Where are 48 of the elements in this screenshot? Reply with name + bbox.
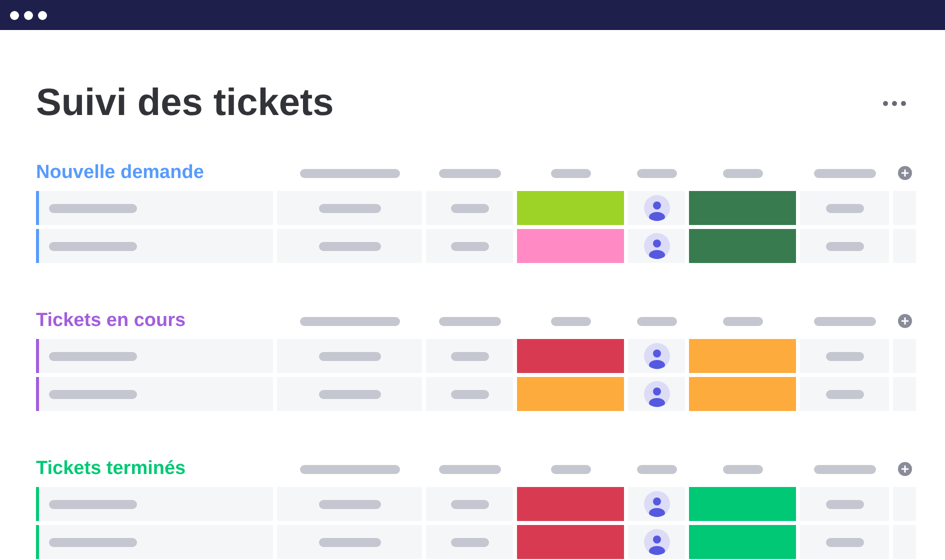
avatar-icon[interactable]	[644, 529, 670, 555]
placeholder-bar	[318, 538, 380, 546]
placeholder-bar	[450, 390, 488, 398]
placeholder-bar	[438, 316, 500, 326]
avatar-icon[interactable]	[644, 381, 670, 407]
placeholder-bar	[826, 352, 864, 360]
placeholder-bar	[318, 352, 380, 360]
add-column-icon[interactable]	[898, 462, 912, 476]
window-dots-icon[interactable]	[10, 10, 47, 20]
avatar-icon[interactable]	[644, 233, 670, 259]
placeholder-bar	[550, 316, 590, 326]
placeholder-bar	[318, 500, 380, 508]
placeholder-bar	[722, 168, 762, 178]
placeholder-bar	[636, 464, 676, 474]
placeholder-bar	[550, 168, 590, 178]
add-column-icon[interactable]	[898, 314, 912, 328]
more-options-icon[interactable]	[883, 100, 906, 106]
placeholder-bar	[438, 168, 500, 178]
placeholder-bar	[826, 390, 864, 398]
placeholder-bar	[826, 500, 864, 508]
placeholder-bar	[814, 464, 876, 474]
placeholder-bar	[450, 352, 488, 360]
placeholder-bar	[318, 390, 380, 398]
group-title: Tickets terminés	[36, 458, 186, 479]
placeholder-bar	[826, 538, 864, 546]
placeholder-bar	[450, 538, 488, 546]
placeholder-bar	[438, 464, 500, 474]
group-title: Nouvelle demande	[36, 162, 204, 183]
page-title: Suivi des tickets	[36, 81, 334, 125]
placeholder-bar	[450, 500, 488, 508]
placeholder-bar	[814, 168, 876, 178]
placeholder-bar	[722, 316, 762, 326]
placeholder-bar	[318, 242, 380, 250]
placeholder-bar	[450, 242, 488, 250]
placeholder-bar	[826, 242, 864, 250]
placeholder-bar	[636, 316, 676, 326]
placeholder-bar	[318, 204, 380, 212]
placeholder-bar	[826, 204, 864, 212]
placeholder-bar	[722, 464, 762, 474]
avatar-icon[interactable]	[644, 343, 670, 369]
placeholder-bar	[450, 204, 488, 212]
avatar-icon[interactable]	[644, 195, 670, 221]
group-title: Tickets en cours	[36, 310, 186, 331]
placeholder-bar	[550, 464, 590, 474]
avatar-icon[interactable]	[644, 491, 670, 517]
placeholder-bar	[814, 316, 876, 326]
add-column-icon[interactable]	[898, 166, 912, 180]
placeholder-bar	[636, 168, 676, 178]
